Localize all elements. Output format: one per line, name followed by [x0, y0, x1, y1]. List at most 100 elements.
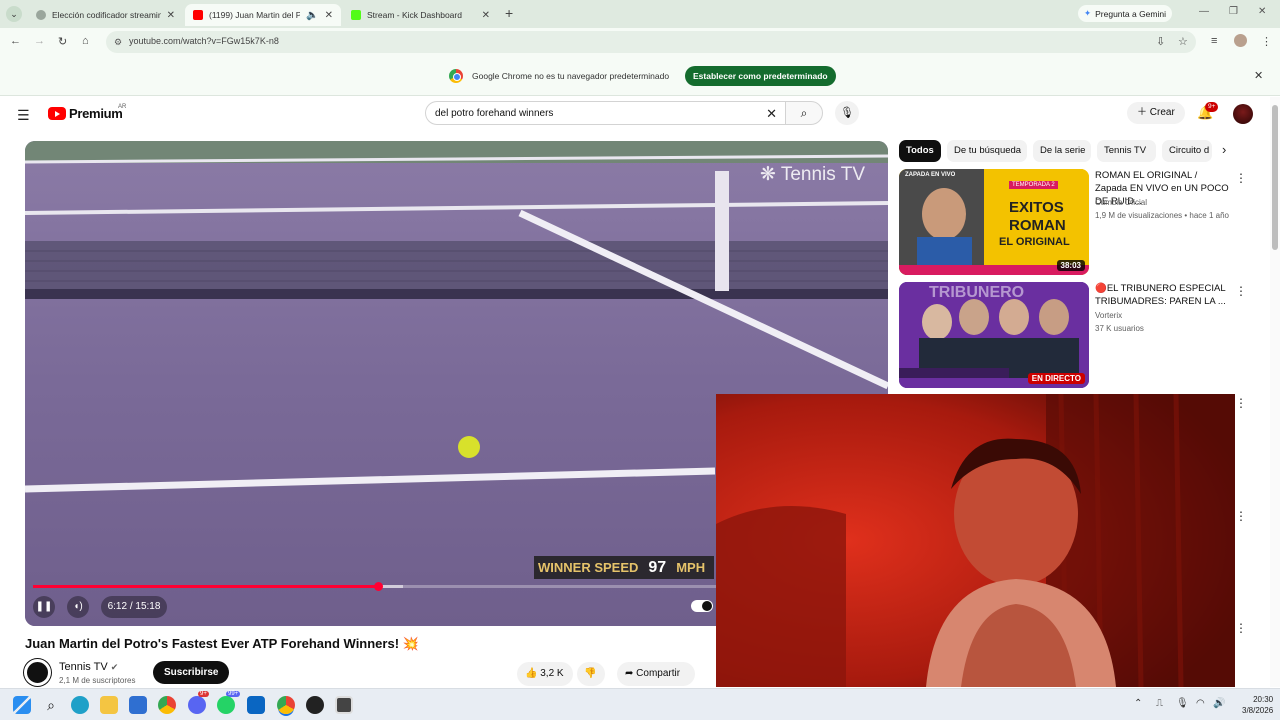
address-bar[interactable]: ⚙ youtube.com/watch?v=FGw15k7K-n8	[106, 31, 1196, 53]
search-query[interactable]: del potro forehand winners	[435, 108, 553, 119]
gemini-icon: ✦	[1084, 8, 1092, 18]
more-options-icon[interactable]: ⋮	[1235, 621, 1247, 635]
clear-search-icon[interactable]: ✕	[766, 106, 777, 122]
pause-button[interactable]: ❚❚	[33, 596, 55, 618]
channel-avatar[interactable]	[24, 659, 51, 686]
microphone-tray-icon[interactable]: 🎙	[1176, 698, 1189, 709]
recommendation-title[interactable]: 🔴EL TRIBUNERO ESPECIAL TRIBUMADRES: PARE…	[1095, 282, 1230, 308]
create-button[interactable]: ＋ Crear	[1127, 102, 1185, 124]
bookmark-star-icon[interactable]: ☆	[1178, 35, 1188, 48]
tab-close-icon[interactable]: ✕	[167, 10, 175, 21]
plus-icon: ＋	[1137, 107, 1150, 118]
more-options-icon[interactable]: ⋮	[1235, 509, 1247, 523]
home-icon[interactable]: ⌂	[82, 35, 89, 47]
site-info-icon[interactable]: ⚙	[114, 37, 122, 48]
usb-icon[interactable]: ⎍	[1156, 698, 1163, 709]
hamburger-menu-icon[interactable]: ☰	[17, 107, 30, 124]
app-icon[interactable]	[247, 696, 265, 714]
tab-kick[interactable]: Stream - Kick Dashboard ✕	[343, 4, 498, 26]
whatsapp-badge: 9+	[198, 691, 209, 697]
store-icon[interactable]	[129, 696, 147, 714]
file-explorer-icon[interactable]	[100, 696, 118, 714]
subscriber-count: 2,1 M de suscriptores	[59, 676, 136, 685]
tab-encoder[interactable]: Elección codificador streaming ✕	[28, 4, 183, 26]
url-text[interactable]: youtube.com/watch?v=FGw15k7K-n8	[129, 36, 279, 46]
set-default-button[interactable]: Establecer como predeterminado	[685, 66, 836, 86]
reading-list-icon[interactable]: ≡	[1211, 35, 1217, 47]
more-options-icon[interactable]: ⋮	[1235, 284, 1247, 298]
account-avatar[interactable]	[1233, 104, 1253, 124]
search-input[interactable]: del potro forehand winners ✕	[425, 101, 785, 125]
browser-tab-strip: ⌄ Elección codificador streaming ✕ (1199…	[0, 0, 1280, 28]
gemini-button[interactable]: ✦ Pregunta a Gemini	[1078, 5, 1172, 22]
verified-badge-icon: ✔	[110, 662, 119, 672]
wifi-icon[interactable]: ◠	[1196, 698, 1205, 709]
chrome-active-icon[interactable]	[277, 696, 295, 714]
youtube-logo-icon[interactable]	[48, 107, 66, 120]
share-button[interactable]: ➦ Compartir	[617, 662, 695, 686]
search-button[interactable]: ⌕	[785, 101, 823, 125]
like-count: 3,2 K	[540, 668, 564, 679]
chrome-icon[interactable]	[158, 696, 176, 714]
chip-all[interactable]: Todos	[899, 140, 941, 162]
new-tab-button[interactable]: +	[505, 5, 513, 21]
menu-kebab-icon[interactable]: ⋮	[1261, 35, 1272, 48]
youtube-premium-logo[interactable]: Premium	[69, 106, 123, 121]
voice-search-button[interactable]: 🎙	[835, 101, 859, 125]
tray-chevron-icon[interactable]: ⌃	[1134, 698, 1142, 709]
progress-scrubber-handle[interactable]	[373, 582, 383, 591]
subscribe-button[interactable]: Suscribirse	[153, 661, 230, 684]
like-button[interactable]: 👍 3,2 K	[517, 662, 573, 686]
tab-close-icon[interactable]: ✕	[325, 10, 333, 21]
install-app-icon[interactable]: ⇩	[1156, 35, 1165, 48]
clock[interactable]: 20:30 3/8/2026	[1242, 694, 1273, 716]
autoplay-toggle[interactable]	[691, 600, 713, 612]
close-window-icon[interactable]: ✕	[1258, 6, 1266, 17]
profile-icon[interactable]	[1234, 34, 1247, 47]
microphone-icon: 🎙	[840, 107, 854, 119]
thumb-caption: TEMPORADA 2	[1009, 181, 1058, 189]
whatsapp-icon[interactable]	[217, 696, 235, 714]
channel-name-text[interactable]: Tennis TV	[59, 661, 108, 673]
edge-icon[interactable]	[71, 696, 89, 714]
chevron-right-icon[interactable]: ›	[1222, 142, 1226, 157]
thumb-caption: TRIBUNERO	[929, 284, 1025, 301]
video-thumbnail[interactable]: ZAPADA EN VIVO TEMPORADA 2 EXITOS ROMAN …	[899, 169, 1089, 275]
app-icon[interactable]	[335, 696, 353, 714]
chip-tennis-tv[interactable]: Tennis TV	[1097, 140, 1156, 162]
more-options-icon[interactable]: ⋮	[1235, 171, 1247, 185]
tab-youtube[interactable]: (1199) Juan Martin del Potr 🔈 ✕	[185, 4, 341, 26]
infobar-close-icon[interactable]: ✕	[1254, 69, 1263, 82]
clock-time: 20:30	[1253, 695, 1274, 704]
recommendation-channel[interactable]: Cumbia Oficial	[1095, 198, 1147, 207]
dislike-button[interactable]: 👎	[577, 662, 605, 686]
chip-from-search[interactable]: De tu búsqueda	[947, 140, 1027, 162]
tab-close-icon[interactable]: ✕	[482, 10, 490, 21]
reload-icon[interactable]: ↻	[58, 35, 67, 48]
page-scrollbar[interactable]	[1270, 97, 1280, 687]
video-thumbnail[interactable]: TRIBUNERO EN DIRECTO	[899, 282, 1089, 388]
search-icon[interactable]: ⌕	[42, 696, 60, 714]
more-options-icon[interactable]: ⋮	[1235, 396, 1247, 410]
tennis-tv-watermark: ❋ Tennis TV	[760, 163, 865, 186]
channel-name[interactable]: Tennis TV ✔	[59, 661, 118, 673]
scrollbar-thumb[interactable]	[1272, 105, 1278, 250]
chip-from-series[interactable]: De la serie	[1033, 140, 1091, 162]
volume-button[interactable]: ◖)	[67, 596, 89, 618]
speaker-icon[interactable]: 🔈	[306, 10, 318, 21]
thumb-caption: EXITOS	[1009, 199, 1064, 216]
obs-icon[interactable]	[306, 696, 324, 714]
speaker-tray-icon[interactable]: 🔊	[1213, 698, 1225, 709]
forward-icon[interactable]: →	[34, 35, 45, 47]
youtube-favicon-icon	[193, 10, 203, 20]
windows-start-icon[interactable]	[13, 696, 31, 714]
minimize-icon[interactable]: —	[1199, 6, 1209, 17]
back-icon[interactable]: ←	[10, 35, 21, 47]
discord-icon[interactable]	[188, 696, 206, 714]
recommendation-meta: 37 K usuarios	[1095, 324, 1144, 333]
collision-emoji: 💥	[402, 636, 419, 651]
maximize-icon[interactable]: ❐	[1229, 6, 1238, 17]
chip-circuit[interactable]: Circuito d	[1162, 140, 1212, 162]
recommendation-channel[interactable]: Vorterix	[1095, 311, 1122, 320]
tab-search-button[interactable]: ⌄	[6, 6, 22, 22]
